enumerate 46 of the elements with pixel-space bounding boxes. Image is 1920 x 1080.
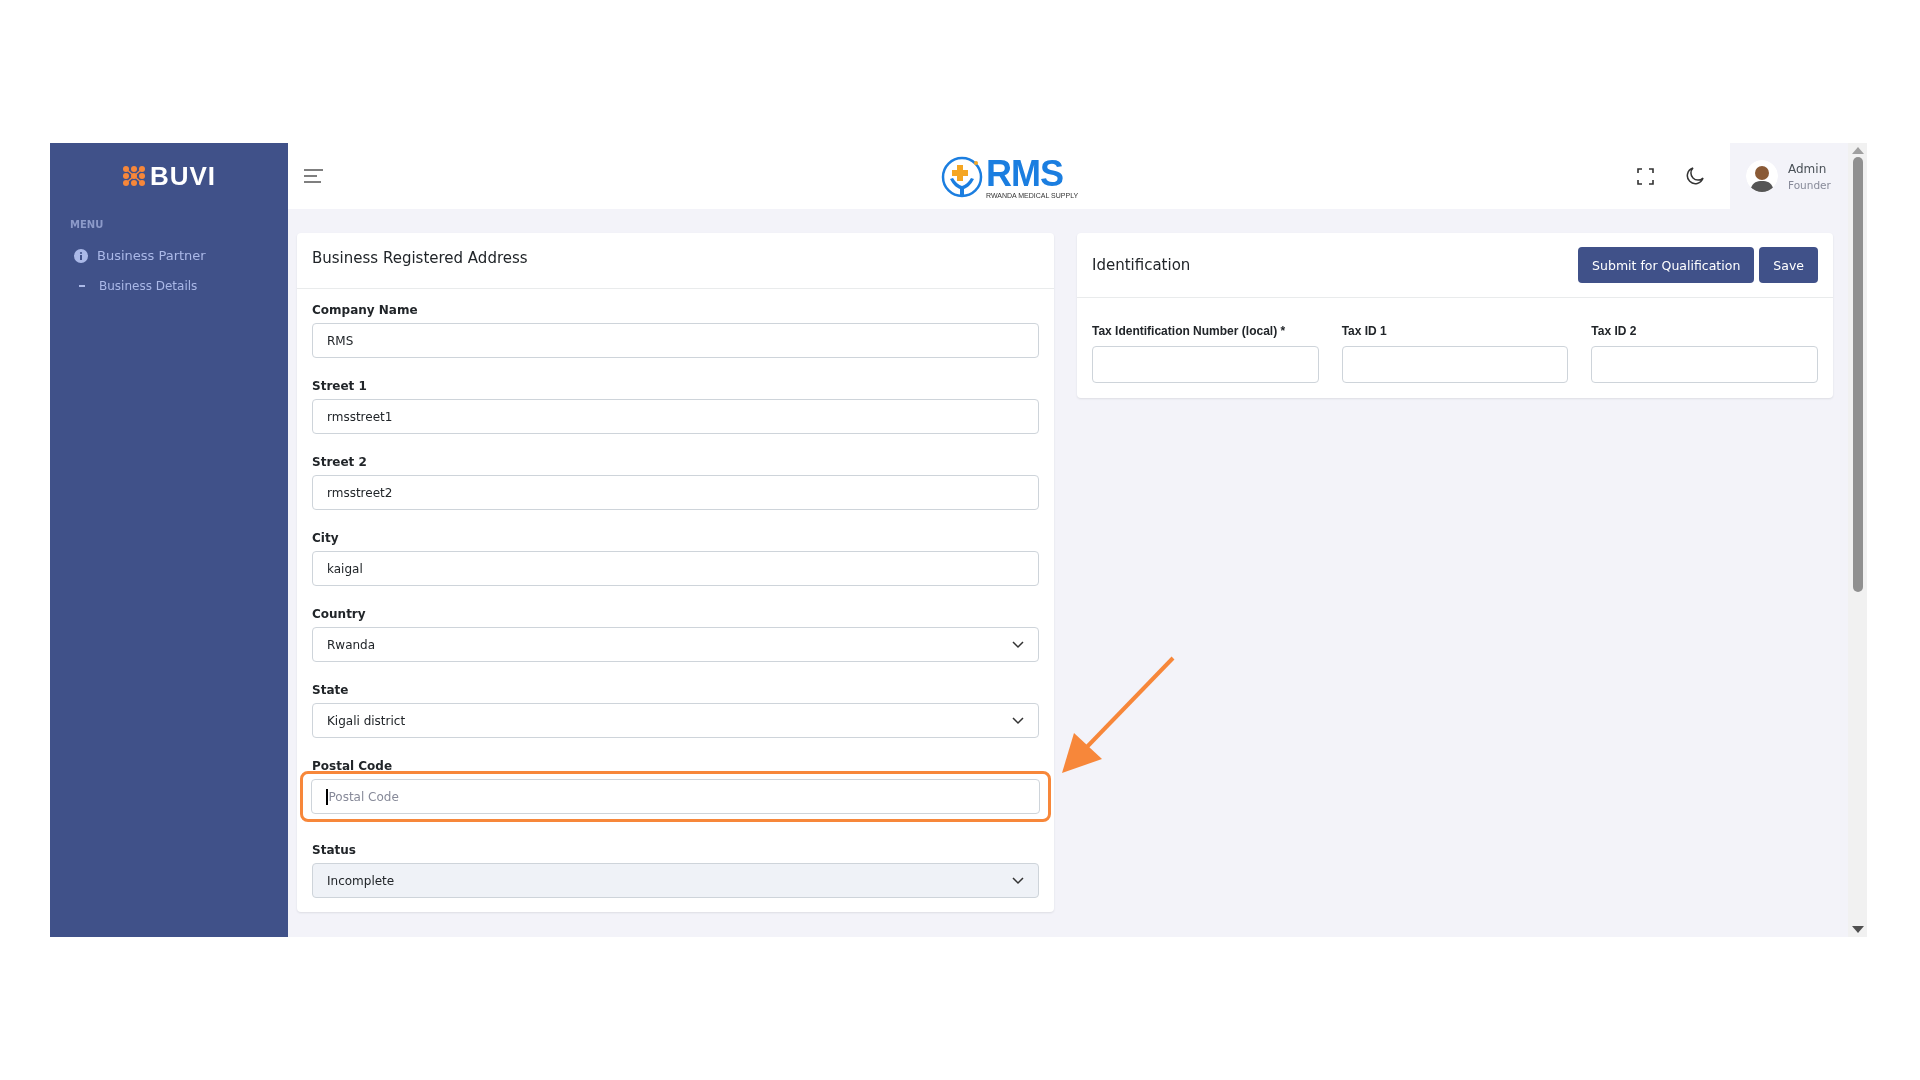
field-label: Status [312,843,357,857]
select-field[interactable]: Rwanda [312,627,1039,662]
user-panel[interactable]: Admin Founder [1730,143,1848,209]
scroll-down-icon[interactable] [1851,926,1864,933]
user-role: Founder [1788,178,1831,191]
input-field[interactable]: kaigal [312,551,1039,586]
menu-label: MENU [70,219,105,230]
sidebar-subitem[interactable]: Business Details [99,279,198,293]
card-title: Business Registered Address [312,249,528,267]
field-label: Tax Identification Number (local) * [1092,324,1287,338]
field-label: City [312,531,340,545]
input-field[interactable] [1341,346,1569,383]
scrollbar-thumb[interactable] [1852,157,1863,592]
user-name: Admin [1788,161,1828,176]
menu-icon[interactable] [304,169,323,183]
card-title: Identification [1092,256,1191,274]
select-field[interactable]: Kigali district [312,703,1039,738]
input-field[interactable] [1591,346,1818,383]
submit-button[interactable]: Submit for Qualification [1578,247,1755,283]
scroll-up-icon[interactable] [1851,147,1864,154]
field-label: Country [312,607,367,621]
chevron-down-icon [1012,640,1024,649]
logo-icon [121,165,146,187]
info-icon [74,248,88,263]
hands-cross-icon [940,155,984,199]
sidebar-item[interactable]: Business Partner [74,248,288,263]
field-label: Street 2 [312,455,368,469]
input-field[interactable] [1092,346,1319,383]
input-field[interactable]: RMS [312,323,1039,358]
chevron-down-icon [1012,716,1024,725]
field-label: Tax ID 1 [1341,324,1388,338]
input-field[interactable]: Postal Code [311,779,1040,814]
field-label: Tax ID 2 [1591,324,1638,338]
logo-text: BUVI [149,160,217,192]
chevron-down-icon [1012,876,1024,885]
save-button[interactable]: Save [1759,247,1818,283]
avatar [1746,160,1778,192]
input-field[interactable]: rmsstreet2 [312,475,1039,510]
dash-icon [79,285,85,287]
input-field[interactable]: rmsstreet1 [312,399,1039,434]
field-label: State [312,683,350,697]
scrollbar[interactable] [1848,143,1867,937]
field-label: Postal Code [312,759,394,773]
field-label: Street 1 [312,379,368,393]
logo-text: RMS [986,155,1063,192]
field-label: Company Name [312,303,419,317]
